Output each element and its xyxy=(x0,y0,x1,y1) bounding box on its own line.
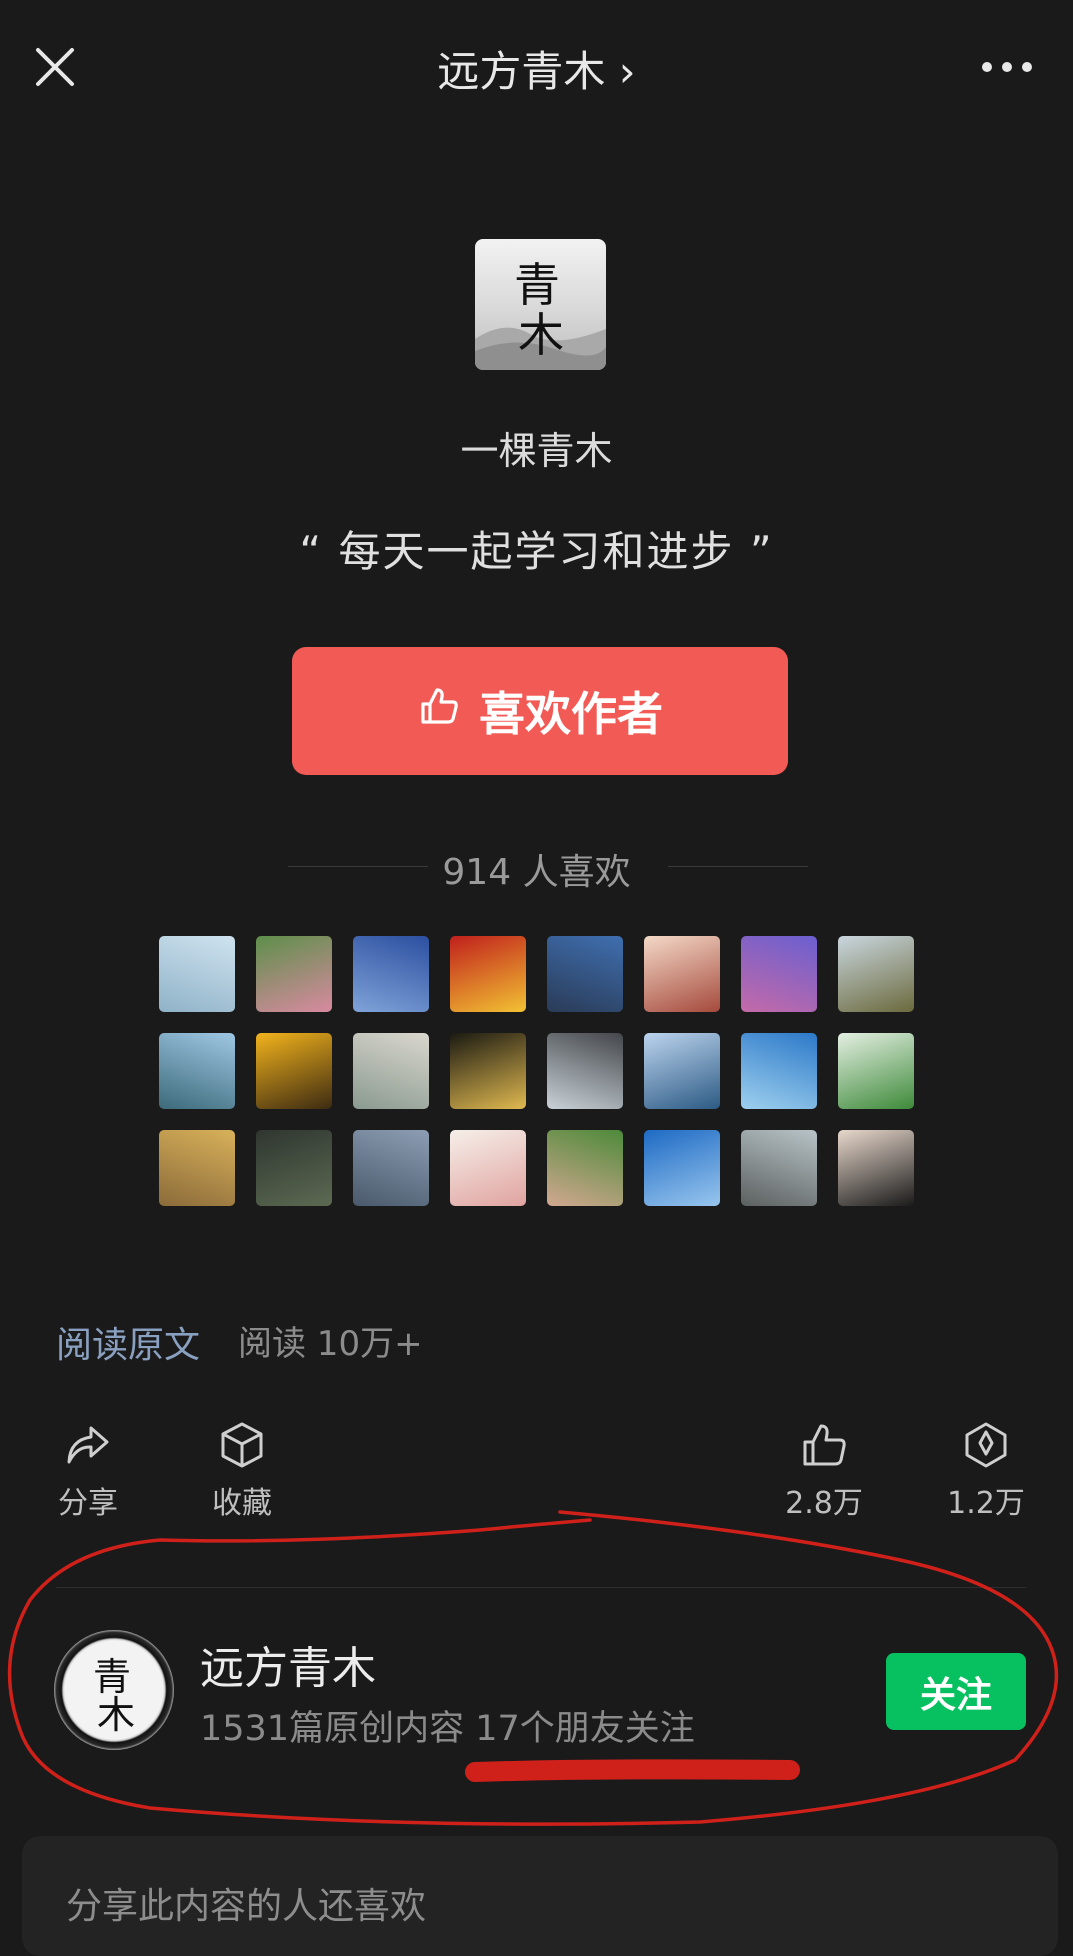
red-ink-annotation xyxy=(7,1510,1059,1826)
